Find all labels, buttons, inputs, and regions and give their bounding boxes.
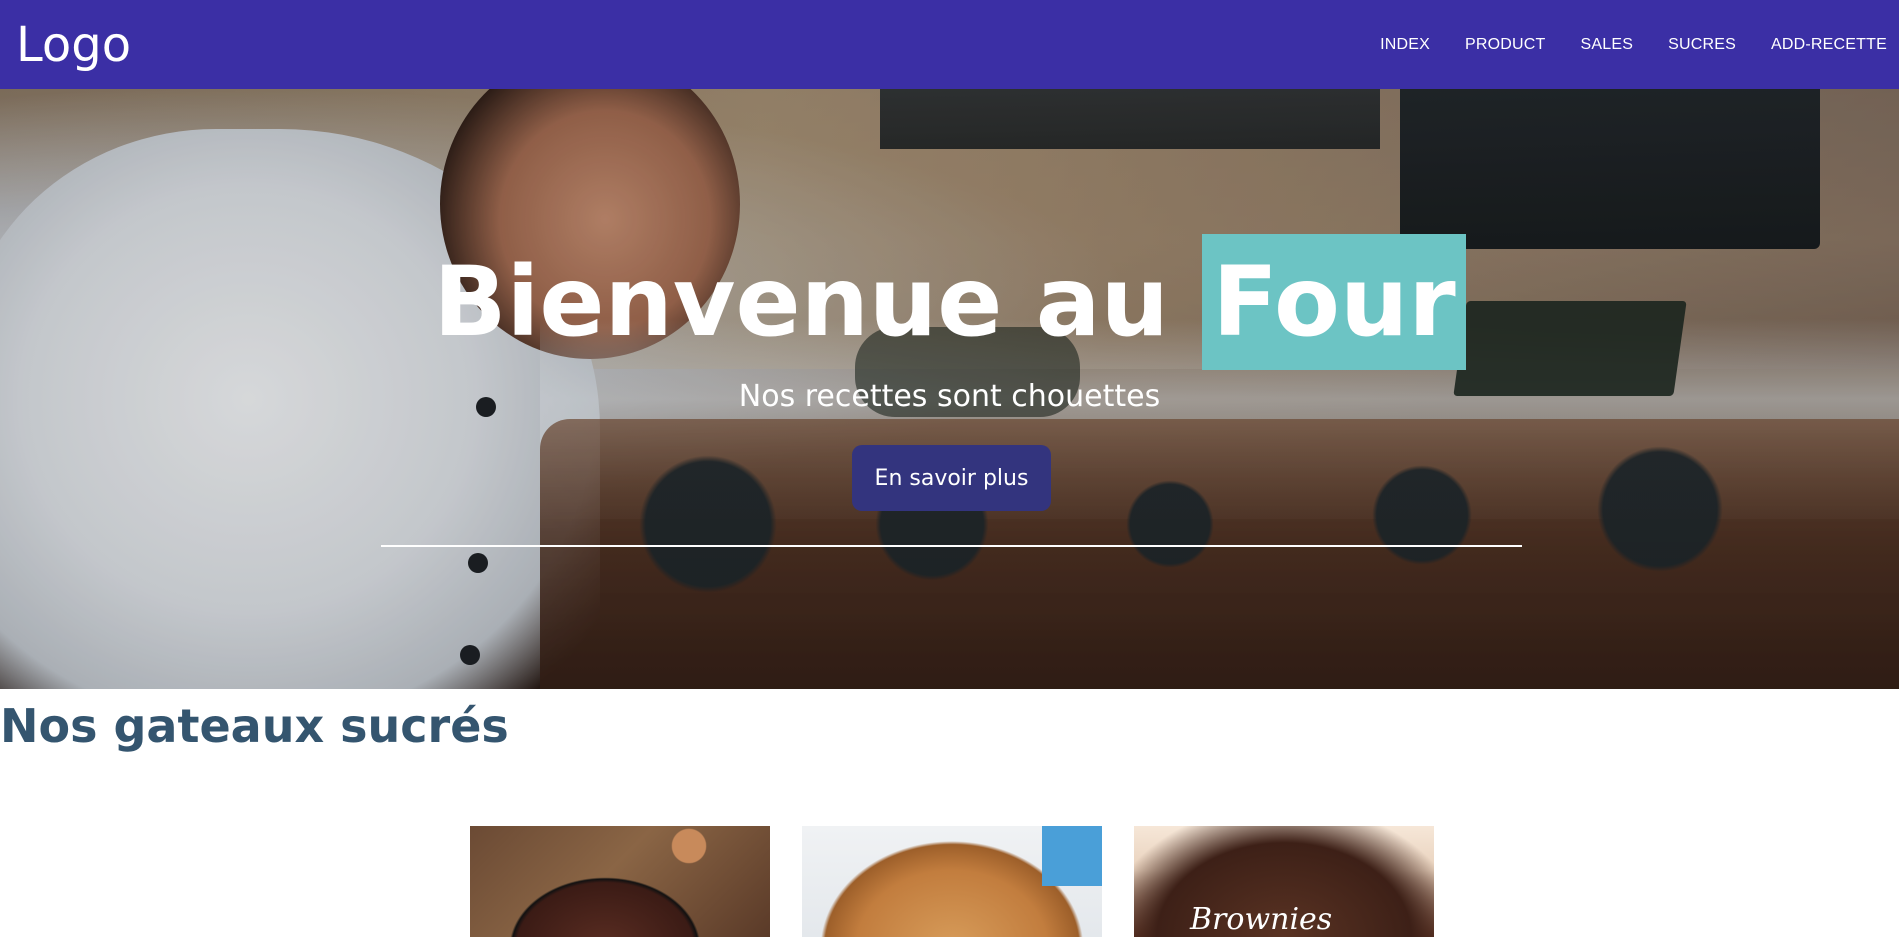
nav-link-index[interactable]: INDEX: [1380, 36, 1430, 54]
cake-card[interactable]: Brownies: [1134, 826, 1434, 937]
cake-cards: Brownies: [470, 826, 1434, 937]
cake-card[interactable]: [802, 826, 1102, 937]
blue-object-image: [1042, 826, 1102, 886]
learn-more-button[interactable]: En savoir plus: [852, 445, 1051, 511]
hero-subtitle: Nos recettes sont chouettes: [738, 379, 1161, 414]
nav-link-sales[interactable]: SALES: [1581, 36, 1634, 54]
chocolate-cake-image: [470, 826, 770, 937]
section-title: Nos gateaux sucrés: [0, 699, 509, 753]
logo[interactable]: Logo: [16, 21, 131, 69]
hero-content: Bienvenue au Four Nos recettes sont chou…: [0, 89, 1899, 689]
hero-divider: [381, 545, 1522, 547]
hero-title-prefix: Bienvenue au: [433, 246, 1203, 358]
hero-banner: Bienvenue au Four Nos recettes sont chou…: [0, 89, 1899, 689]
cake-card[interactable]: [470, 826, 770, 937]
nav-links: INDEX PRODUCT SALES SUCRES ADD-RECETTE: [1380, 36, 1887, 54]
brownies-image: Brownies: [1134, 826, 1434, 937]
brownies-label: Brownies: [1190, 902, 1333, 937]
nav-link-add-recette[interactable]: ADD-RECETTE: [1771, 36, 1887, 54]
hero-title-highlight: Four: [1202, 234, 1466, 370]
nav-link-product[interactable]: PRODUCT: [1465, 36, 1546, 54]
sponge-cake-image: [802, 826, 1102, 937]
hero-title: Bienvenue au Four: [0, 234, 1899, 370]
navbar: Logo INDEX PRODUCT SALES SUCRES ADD-RECE…: [0, 0, 1899, 89]
nav-link-sucres[interactable]: SUCRES: [1668, 36, 1736, 54]
